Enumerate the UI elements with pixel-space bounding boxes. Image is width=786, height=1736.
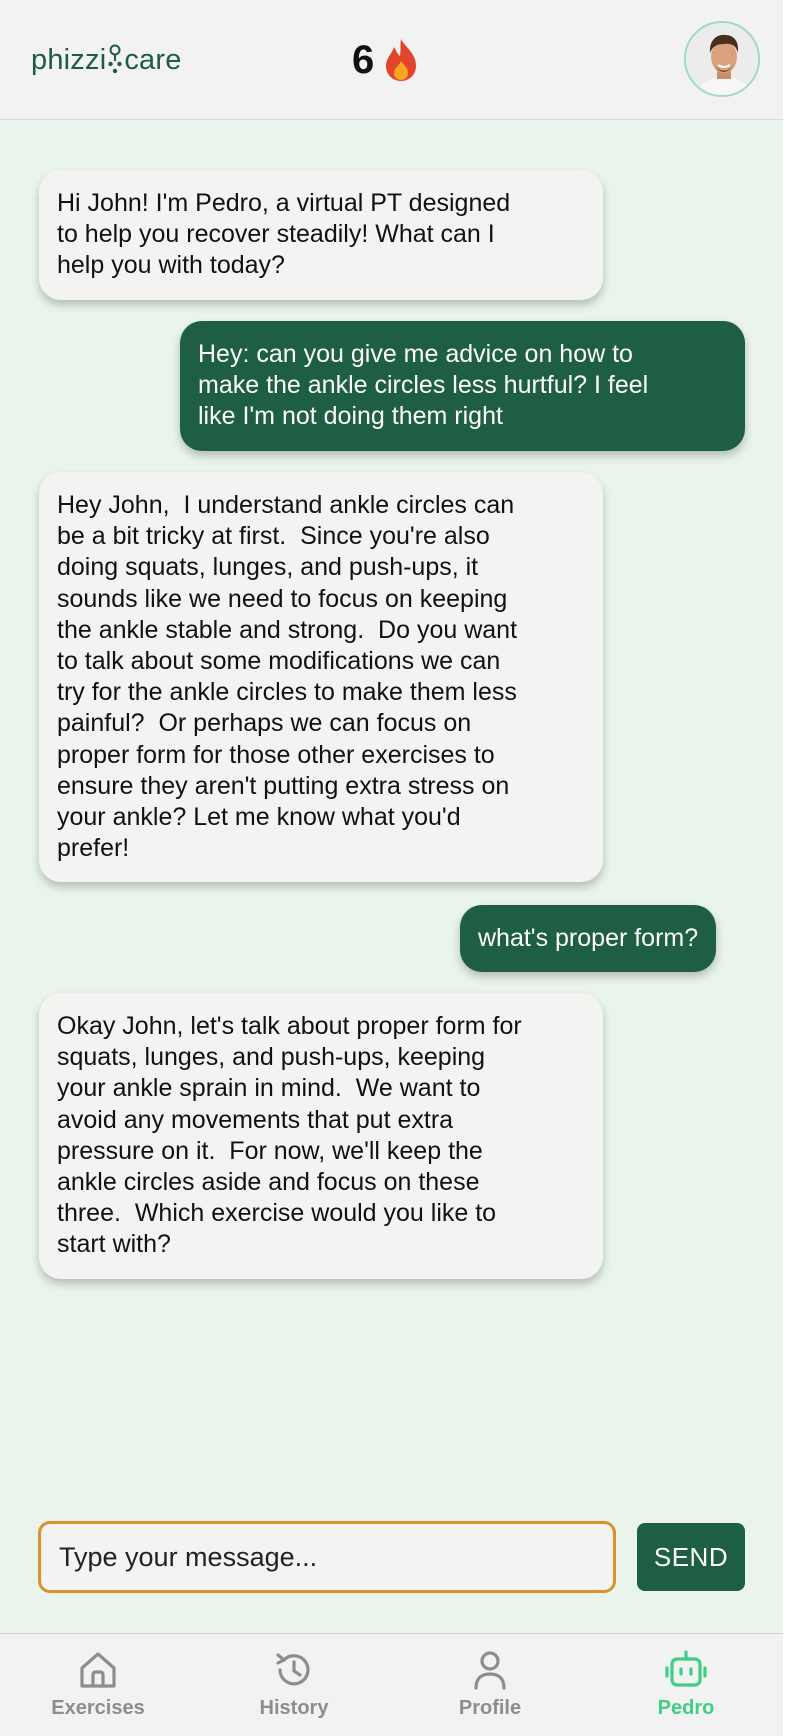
bot-message: Hi John! I'm Pedro, a virtual PT designe… xyxy=(39,170,603,300)
logo-mark-icon xyxy=(108,44,123,74)
send-button[interactable]: SEND xyxy=(637,1523,745,1591)
history-icon xyxy=(276,1653,310,1686)
bottom-nav: Exercises History Profile Pedro xyxy=(0,1633,783,1736)
top-header: phizzi care 6 xyxy=(0,0,783,120)
user-icon xyxy=(474,1651,506,1690)
user-message: what's proper form? xyxy=(460,905,717,973)
phizzicare-logo[interactable]: phizzi care xyxy=(31,40,182,80)
user-message: Hey: can you give me advice on how to ma… xyxy=(180,321,745,451)
app: phizzi care 6 Hi John! I'm Pedro, a virt… xyxy=(0,0,783,1736)
nav-item-exercises[interactable]: Exercises xyxy=(0,1634,196,1736)
home-icon xyxy=(80,1652,116,1688)
nav-item-history[interactable]: History xyxy=(196,1634,392,1736)
nav-item-pedro[interactable]: Pedro xyxy=(588,1634,784,1736)
nav-label-history: History xyxy=(259,1697,329,1719)
nav-label-profile: Profile xyxy=(458,1697,522,1719)
streak-counter: 6 xyxy=(352,36,420,84)
nav-label-pedro: Pedro xyxy=(657,1697,715,1719)
logo-text-left: phizzi xyxy=(31,43,107,76)
nav-label-exercises: Exercises xyxy=(51,1697,145,1719)
logo-text-right: care xyxy=(124,43,182,76)
bot-message: Hey John, I understand ankle circles can… xyxy=(39,472,603,883)
bot-message: Okay John, let's talk about proper form … xyxy=(39,993,603,1279)
streak-count: 6 xyxy=(352,37,375,82)
flame-icon xyxy=(386,39,417,81)
avatar[interactable] xyxy=(684,21,760,97)
user-avatar-image xyxy=(686,23,758,95)
robot-icon xyxy=(665,1650,707,1687)
nav-item-profile[interactable]: Profile xyxy=(392,1634,588,1736)
message-input[interactable] xyxy=(38,1521,616,1593)
